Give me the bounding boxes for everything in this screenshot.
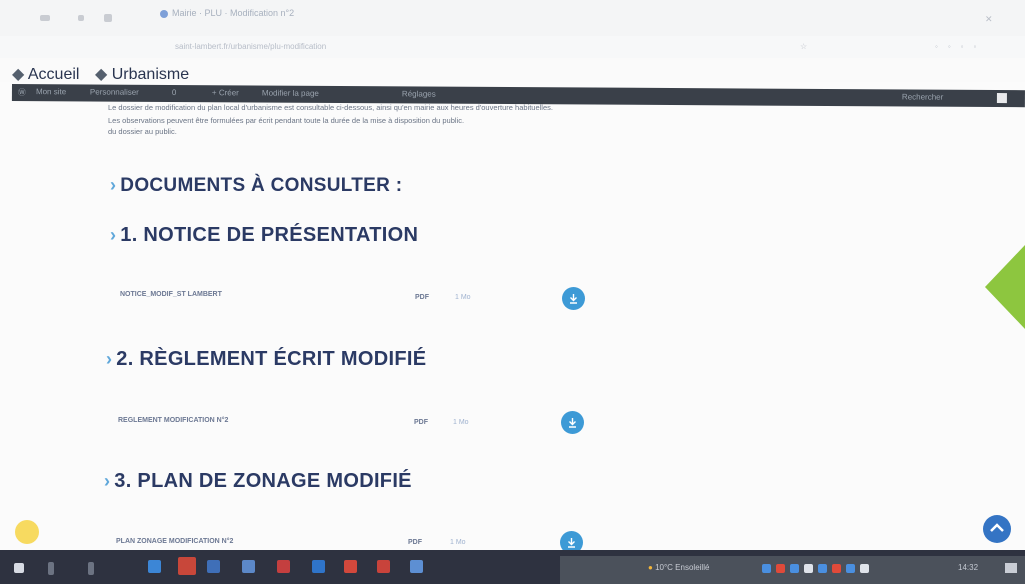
intro-line: Le dossier de modification du plan local… xyxy=(108,103,553,112)
download-arrow-icon xyxy=(569,418,576,428)
favicon-icon xyxy=(160,9,168,18)
browser-toolbar-icons[interactable]: ◦◦◦◦ xyxy=(935,42,986,51)
intro-line: Les observations peuvent être formulées … xyxy=(108,116,465,125)
document-size: 1 Mo xyxy=(455,294,471,301)
active-tab-title: Mairie · PLU · Modification n°2 xyxy=(172,8,295,18)
admin-bar-new[interactable]: + Créer xyxy=(212,88,239,97)
tray-icon[interactable] xyxy=(762,564,771,573)
taskbar-app-icon[interactable] xyxy=(377,560,390,573)
taskbar-app-icon[interactable] xyxy=(178,557,196,575)
back-icon[interactable] xyxy=(78,15,84,21)
tray-icon[interactable] xyxy=(846,564,855,573)
admin-bar-edit-page[interactable]: Modifier la page xyxy=(262,89,319,98)
wordpress-logo-icon[interactable]: Ⓦ xyxy=(18,87,26,98)
taskbar-app-icon[interactable] xyxy=(277,560,290,573)
weather-widget[interactable]: ● 10°C Ensoleillé xyxy=(648,563,709,572)
task-view-icon[interactable] xyxy=(88,562,94,575)
close-window-icon[interactable]: ✕ xyxy=(985,14,993,25)
taskbar-clock[interactable]: 14:32 xyxy=(958,563,978,572)
document-size: 1 Mo xyxy=(453,419,469,426)
browser-menu-icon[interactable] xyxy=(40,15,50,21)
document-type: PDF xyxy=(414,419,428,426)
documents-heading: › DOCUMENTS À CONSULTER : xyxy=(110,175,403,196)
section-heading: › 3. PLAN DE ZONAGE MODIFIÉ xyxy=(104,470,412,492)
clock-time: 14:32 xyxy=(958,563,979,572)
admin-bar-settings[interactable]: Réglages xyxy=(402,89,436,98)
tray-icon[interactable] xyxy=(790,564,799,573)
browser-tab-bar xyxy=(0,0,1025,36)
download-button[interactable] xyxy=(562,287,585,310)
admin-bar-comments[interactable]: 0 xyxy=(172,88,177,97)
chevron-right-icon: › xyxy=(104,471,111,491)
active-browser-tab[interactable]: Mairie · PLU · Modification n°2 xyxy=(160,8,450,28)
search-icon[interactable] xyxy=(48,562,54,575)
triangle-tab-icon[interactable] xyxy=(985,245,1025,329)
tray-icon[interactable] xyxy=(804,564,813,573)
notifications-icon[interactable] xyxy=(1005,563,1017,573)
download-button[interactable] xyxy=(561,411,584,434)
address-bar[interactable] xyxy=(0,36,1025,58)
document-name[interactable]: REGLEMENT MODIFICATION N°2 xyxy=(118,417,228,424)
document-type: PDF xyxy=(408,539,422,546)
document-size: 1 Mo xyxy=(450,539,466,546)
taskbar-app-icon[interactable] xyxy=(207,560,220,573)
admin-bar-search-input[interactable] xyxy=(996,93,1007,104)
taskbar-app-icon[interactable] xyxy=(344,560,357,573)
admin-bar-my-site[interactable]: Mon site xyxy=(36,87,66,96)
tray-icon[interactable] xyxy=(832,564,841,573)
admin-bar-search-label: Rechercher xyxy=(901,92,944,102)
tray-icon[interactable] xyxy=(776,564,785,573)
section-heading: › 2. RÈGLEMENT ÉCRIT MODIFIÉ xyxy=(106,348,427,370)
chevron-right-icon: › xyxy=(110,175,117,195)
bookmark-item[interactable]: ◆ Urbanisme xyxy=(95,64,189,84)
chevron-right-icon: › xyxy=(110,225,117,245)
bookmark-star-icon[interactable]: ☆ xyxy=(800,42,807,51)
bookmark-item[interactable]: ◆ Accueil xyxy=(12,64,79,84)
scroll-top-icon[interactable] xyxy=(983,515,1011,543)
taskbar-app-icon[interactable] xyxy=(410,560,423,573)
intro-line: du dossier au public. xyxy=(108,127,177,136)
chevron-right-icon: › xyxy=(106,349,113,369)
download-arrow-icon xyxy=(568,538,575,548)
download-arrow-icon xyxy=(570,294,577,304)
url-text[interactable]: saint-lambert.fr/urbanisme/plu-modificat… xyxy=(175,42,326,51)
section-heading: › 1. NOTICE DE PRÉSENTATION xyxy=(110,224,419,246)
document-name[interactable]: PLAN ZONAGE MODIFICATION N°2 xyxy=(116,538,233,545)
taskbar-app-icon[interactable] xyxy=(312,560,325,573)
start-icon[interactable] xyxy=(14,563,24,573)
admin-bar-customize[interactable]: Personnaliser xyxy=(90,87,139,96)
taskbar-app-icon[interactable] xyxy=(148,560,161,573)
taskbar-app-icon[interactable] xyxy=(242,560,255,573)
tab-grid-icon[interactable] xyxy=(104,14,112,22)
document-name[interactable]: NOTICE_MODIF_ST LAMBERT xyxy=(120,291,222,298)
document-type: PDF xyxy=(415,294,429,301)
tray-icon[interactable] xyxy=(860,564,869,573)
tray-icon[interactable] xyxy=(818,564,827,573)
cookie-icon[interactable] xyxy=(15,520,39,544)
